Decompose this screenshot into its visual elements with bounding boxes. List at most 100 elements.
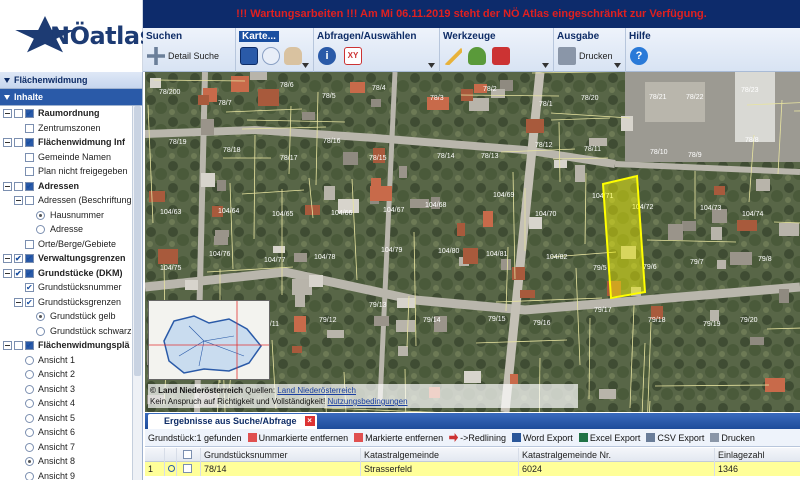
table-row[interactable]: 1 78/14 Strasserfeld 6024 1346 [145, 462, 800, 476]
building-roof [512, 267, 525, 280]
toolbar-label-werkzeuge: Werkzeuge [443, 31, 496, 42]
column-header[interactable]: Katastralgemeinde [361, 448, 519, 462]
tree-row[interactable]: Ansicht 2 [0, 367, 142, 382]
print-results-button[interactable]: Drucken [707, 433, 758, 443]
parcel-number-label: 78/5 [322, 93, 336, 100]
column-header[interactable]: Grundstücksnummer [201, 448, 361, 462]
detail-search-button[interactable]: Detail Suche [147, 45, 219, 67]
print-button[interactable]: Drucken [558, 45, 613, 67]
tree-row[interactable]: Ansicht 6 [0, 425, 142, 440]
tree-row[interactable]: Raumordnung [0, 106, 142, 122]
parcel-number-label: 79/7 [690, 259, 704, 266]
tree-row[interactable]: Flächenwidmungsplä [0, 338, 142, 354]
tree-row[interactable]: Hausnummer [0, 208, 142, 223]
parcel-number-label: 79/19 [703, 321, 721, 328]
column-header[interactable]: Katastralgemeinde Nr. [519, 448, 715, 462]
parcel-number-label: 78/7 [218, 100, 232, 107]
tree-row[interactable]: Orte/Berge/Gebiete [0, 237, 142, 252]
tree-row[interactable]: Grundstücke (DKM) [0, 266, 142, 281]
select-all-checkbox[interactable] [183, 450, 192, 459]
parcel-number-label: 78/1 [539, 101, 553, 108]
building-roof [295, 294, 305, 307]
chevron-down-icon[interactable] [428, 63, 435, 68]
parcel-number-label: 79/20 [740, 317, 758, 324]
building-roof [520, 290, 535, 298]
redlining-tool-button[interactable] [468, 45, 489, 67]
tree-row[interactable]: Adressen [0, 179, 142, 194]
tree-row[interactable]: Grundstücksgrenzen [0, 295, 142, 310]
overview-map[interactable] [148, 300, 270, 380]
parcel-number-label: 104/68 [425, 202, 447, 209]
tree-row[interactable]: Flächenwidmung Inf [0, 135, 142, 151]
draw-icon [468, 47, 486, 65]
panel-inhalte[interactable]: Inhalte [0, 89, 142, 106]
csv-icon [646, 433, 656, 442]
building-roof [710, 310, 719, 321]
tree-row[interactable]: Zentrumszonen [0, 121, 142, 136]
tree-row[interactable]: Ansicht 1 [0, 353, 142, 368]
building-roof [750, 337, 764, 345]
parcel-number-label: 104/64 [218, 208, 240, 215]
parcel-number-label: 79/6 [643, 264, 657, 271]
chevron-down-icon[interactable] [614, 63, 621, 68]
building-roof [217, 180, 226, 191]
parcel-number-label: 104/67 [383, 207, 405, 214]
row-checkbox[interactable] [183, 464, 192, 473]
binoculars-icon [147, 47, 165, 65]
chevron-down-icon [4, 78, 10, 83]
tree-row[interactable]: Grundstück schwarz [0, 324, 142, 339]
map-tool-button[interactable] [492, 45, 513, 67]
tree-row[interactable]: Grundstück gelb [0, 309, 142, 324]
info-button[interactable]: i [318, 45, 339, 67]
row-index: 1 [145, 462, 165, 476]
scrollbar-thumb[interactable] [134, 106, 141, 376]
parcel-number-label: 78/20 [581, 95, 599, 102]
building-roof [463, 248, 478, 264]
maintenance-banner: !!! Wartungsarbeiten !!! Am Mi 06.11.201… [143, 0, 800, 28]
panel-flaechenwidmung[interactable]: Flächenwidmung [0, 72, 142, 89]
building-roof [717, 260, 726, 269]
building-roof [273, 246, 285, 253]
remove-marked-button[interactable]: Markierte entfernen [351, 433, 446, 443]
cell-grundstuecksnummer: 78/14 [201, 462, 361, 476]
tree-row[interactable]: Verwaltungsgrenzen [0, 251, 142, 267]
building-roof [371, 99, 381, 107]
terms-link[interactable]: Nutzungsbedingungen [327, 397, 407, 406]
tree-row[interactable]: Adresse [0, 222, 142, 237]
pan-button[interactable] [284, 45, 305, 67]
remove-unmarked-button[interactable]: Unmarkierte entfernen [245, 433, 352, 443]
csv-export-button[interactable]: CSV Export [643, 433, 707, 443]
zoom-in-button[interactable] [262, 45, 283, 67]
word-export-button[interactable]: Word Export [509, 433, 576, 443]
close-icon[interactable]: × [304, 416, 315, 426]
excel-export-button[interactable]: Excel Export [576, 433, 644, 443]
tree-row[interactable]: Ansicht 5 [0, 411, 142, 426]
tree-row[interactable]: Grundstücksnummer [0, 280, 142, 296]
parcel-number-label: 78/12 [535, 142, 553, 149]
source-link[interactable]: Land Niederösterreich [277, 386, 356, 395]
selected-parcel-highlight[interactable] [601, 174, 647, 300]
sidebar-scrollbar[interactable] [132, 106, 142, 480]
tree-row[interactable]: Adressen (Beschriftung [0, 193, 142, 208]
zoom-to-icon[interactable] [168, 465, 175, 472]
tree-row[interactable]: Ansicht 9 [0, 469, 142, 480]
tree-row[interactable]: Ansicht 7 [0, 440, 142, 455]
redlining-button[interactable]: ->Redlining [446, 433, 509, 443]
chevron-down-icon[interactable] [542, 63, 549, 68]
parcel-number-label: 104/65 [272, 211, 294, 218]
measure-button[interactable] [444, 45, 465, 67]
zoom-box-button[interactable] [240, 45, 261, 67]
printer-icon [710, 433, 720, 442]
column-header[interactable]: Einlagezahl [715, 448, 800, 462]
xy-coordinate-button[interactable]: XY [344, 45, 365, 67]
building-roof [464, 371, 481, 383]
toolbar-group-ausgabe: Ausgabe Drucken [554, 28, 626, 72]
tree-row[interactable]: Plan nicht freigegeben [0, 164, 142, 179]
help-button[interactable]: ? [630, 45, 651, 67]
tree-row[interactable]: Ansicht 8 [0, 454, 142, 469]
parcel-number-label: 78/6 [280, 82, 294, 89]
results-tab[interactable]: Ergebnisse aus Suche/Abfrage × [148, 414, 317, 429]
tree-row[interactable]: Ansicht 4 [0, 396, 142, 411]
tree-row[interactable]: Gemeinde Namen [0, 150, 142, 165]
tree-row[interactable]: Ansicht 3 [0, 382, 142, 397]
